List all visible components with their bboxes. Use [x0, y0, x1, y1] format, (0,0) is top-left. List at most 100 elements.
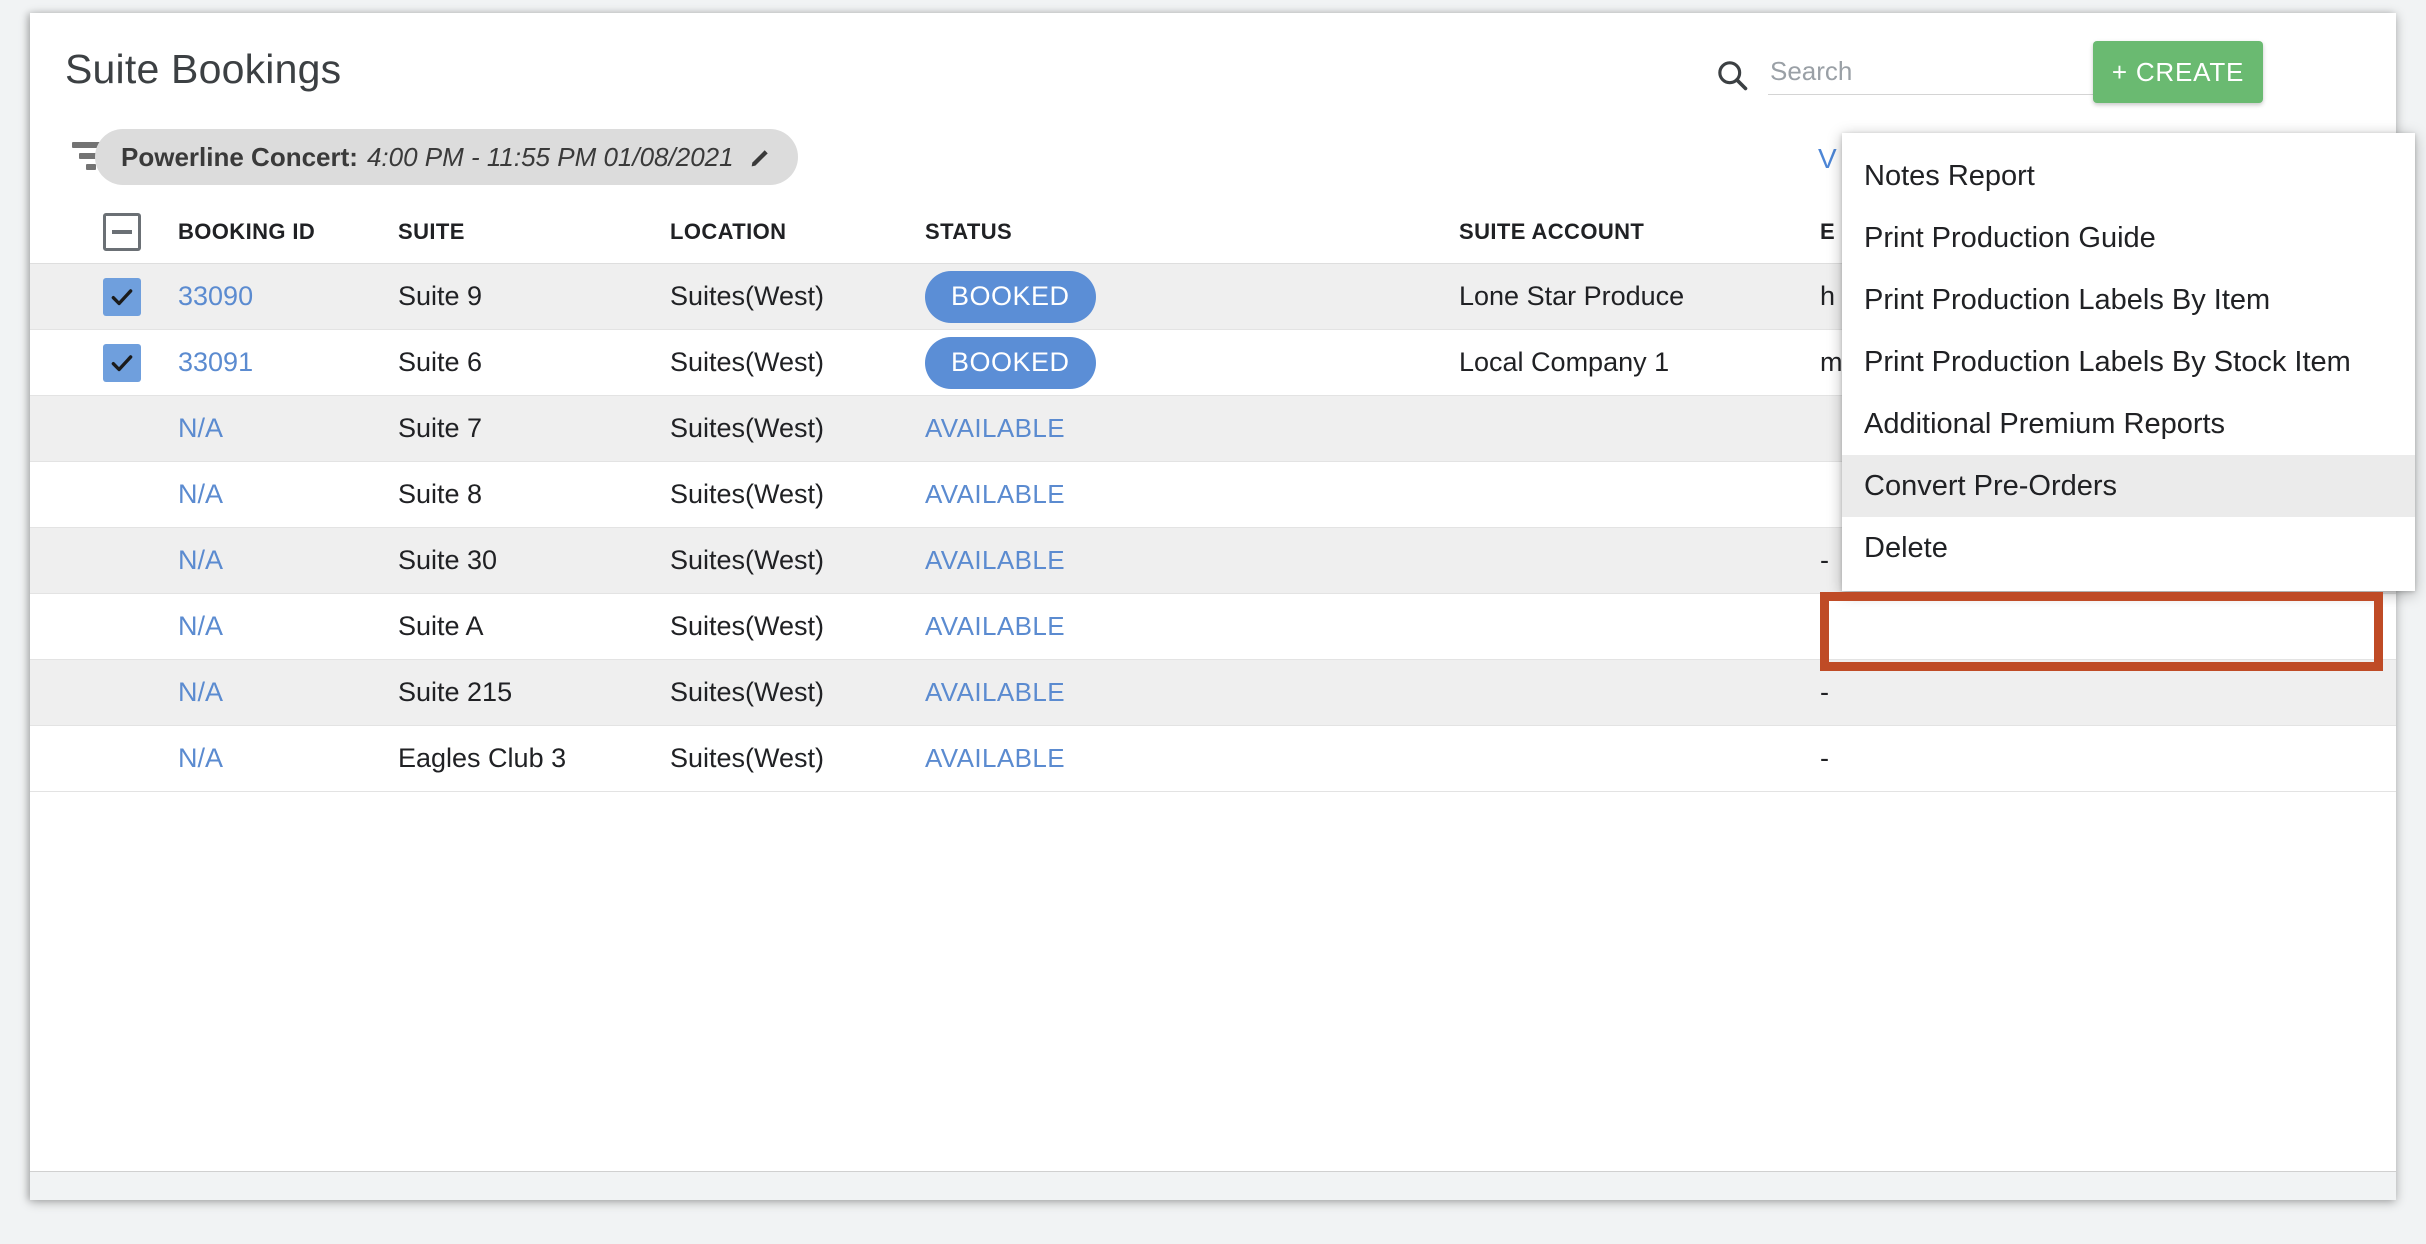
column-header-suite[interactable]: SUITE [398, 200, 618, 263]
cell-email: - [1820, 660, 2220, 725]
cell-suite: Suite 7 [398, 413, 483, 443]
booking-id-link[interactable]: N/A [178, 677, 223, 708]
status-text: AVAILABLE [925, 545, 1065, 575]
row-checkbox-cell [92, 528, 152, 593]
email-value: - [1820, 677, 1829, 707]
table-row[interactable]: N/A Suite A Suites(West) AVAILABLE - [30, 594, 2396, 660]
cell-status: AVAILABLE [925, 396, 1255, 461]
cell-booking-id: 33090 [178, 264, 328, 329]
cell-status: AVAILABLE [925, 528, 1255, 593]
cell-status: AVAILABLE [925, 660, 1255, 725]
row-checkbox[interactable] [103, 542, 141, 580]
cell-email: - [1820, 726, 2220, 791]
email-value: - [1820, 545, 1829, 575]
row-checkbox[interactable] [103, 410, 141, 448]
cell-suite: Suite 30 [398, 545, 498, 575]
column-header-status[interactable]: STATUS [925, 200, 1255, 263]
cell-email: - [1820, 594, 2220, 659]
menu-item[interactable]: Convert Pre-Orders [1842, 455, 2415, 517]
booking-id-link[interactable]: N/A [178, 611, 223, 642]
booking-id-link[interactable]: N/A [178, 479, 223, 510]
cell-suite: Suite 9 [398, 281, 483, 311]
cell-booking-id: N/A [178, 660, 328, 725]
menu-item[interactable]: Additional Premium Reports [1842, 393, 2415, 455]
email-value: - [1820, 743, 1829, 773]
status-badge: BOOKED [925, 270, 1096, 323]
booking-id-link[interactable]: 33090 [178, 281, 253, 312]
view-link[interactable]: V [1818, 143, 1837, 175]
create-button[interactable]: + CREATE [2093, 41, 2263, 103]
cell-suite-account [1459, 396, 1839, 461]
cell-booking-id: 33091 [178, 330, 328, 395]
cell-suite-account [1459, 594, 1839, 659]
booking-id-link[interactable]: N/A [178, 545, 223, 576]
cell-booking-id: N/A [178, 462, 328, 527]
cell-suite-account [1459, 528, 1839, 593]
pencil-icon[interactable] [748, 144, 774, 170]
page-title: Suite Bookings [65, 46, 342, 92]
cell-suite: Suite A [398, 611, 484, 641]
booking-id-link[interactable]: N/A [178, 413, 223, 444]
row-checkbox[interactable] [103, 277, 141, 316]
row-checkbox-cell [92, 330, 152, 395]
menu-item[interactable]: Notes Report [1842, 145, 2415, 207]
row-checkbox-cell [92, 264, 152, 329]
row-checkbox[interactable] [103, 476, 141, 514]
table-row[interactable]: N/A Eagles Club 3 Suites(West) AVAILABLE - [30, 726, 2396, 792]
cell-booking-id: N/A [178, 726, 328, 791]
row-checkbox[interactable] [103, 740, 141, 778]
menu-item[interactable]: Delete [1842, 517, 2415, 579]
row-checkbox[interactable] [103, 674, 141, 712]
row-checkbox-cell [92, 594, 152, 659]
row-checkbox[interactable] [103, 608, 141, 646]
status-badge: BOOKED [925, 336, 1096, 389]
column-header-booking-id[interactable]: BOOKING ID [178, 200, 328, 263]
row-checkbox-cell [92, 726, 152, 791]
cell-suite-account [1459, 660, 1839, 725]
event-filter-chip[interactable]: Powerline Concert: 4:00 PM - 11:55 PM 01… [95, 129, 798, 185]
cell-status: AVAILABLE [925, 726, 1255, 791]
row-checkbox-cell [92, 462, 152, 527]
email-value: - [1820, 611, 1829, 641]
menu-item[interactable]: Print Production Labels By Stock Item [1842, 331, 2415, 393]
cell-status: AVAILABLE [925, 594, 1255, 659]
cell-booking-id: N/A [178, 396, 328, 461]
actions-dropdown-menu: Notes Report Print Production Guide Print … [1842, 133, 2415, 591]
row-checkbox[interactable] [103, 343, 141, 382]
search-area [1714, 49, 2134, 101]
event-chip-name: Powerline Concert: [121, 141, 358, 172]
cell-suite: Eagles Club 3 [398, 743, 567, 773]
cell-suite: Suite 8 [398, 479, 483, 509]
table-row[interactable]: N/A Suite 215 Suites(West) AVAILABLE - [30, 660, 2396, 726]
row-checkbox-cell [92, 396, 152, 461]
column-header-suite-account[interactable]: SUITE ACCOUNT [1459, 200, 1839, 263]
select-all-checkbox-cell [92, 200, 152, 263]
search-icon[interactable] [1714, 57, 1750, 93]
email-value: h [1820, 281, 1836, 311]
status-text: AVAILABLE [925, 611, 1065, 641]
cell-suite: Suite 6 [398, 347, 483, 377]
cell-status: BOOKED [925, 330, 1255, 395]
menu-item[interactable]: Print Production Labels By Item [1842, 269, 2415, 331]
cell-suite-account: Local Company 1 [1459, 347, 1670, 377]
search-input[interactable] [1768, 49, 2114, 95]
status-text: AVAILABLE [925, 743, 1065, 773]
cell-suite: Suite 215 [398, 677, 513, 707]
status-text: AVAILABLE [925, 677, 1065, 707]
status-text: AVAILABLE [925, 413, 1065, 443]
cell-suite-account: Lone Star Produce [1459, 281, 1685, 311]
select-all-checkbox[interactable] [103, 212, 141, 251]
cell-status: AVAILABLE [925, 462, 1255, 527]
booking-id-link[interactable]: N/A [178, 743, 223, 774]
row-checkbox-cell [92, 660, 152, 725]
status-text: AVAILABLE [925, 479, 1065, 509]
booking-id-link[interactable]: 33091 [178, 347, 253, 378]
bottom-strip [30, 1171, 2396, 1200]
cell-booking-id: N/A [178, 528, 328, 593]
cell-suite-account [1459, 462, 1839, 527]
menu-item[interactable]: Print Production Guide [1842, 207, 2415, 269]
cell-suite-account [1459, 726, 1839, 791]
email-value: m [1820, 347, 1843, 377]
event-chip-time: 4:00 PM - 11:55 PM 01/08/2021 [366, 141, 734, 172]
cell-booking-id: N/A [178, 594, 328, 659]
